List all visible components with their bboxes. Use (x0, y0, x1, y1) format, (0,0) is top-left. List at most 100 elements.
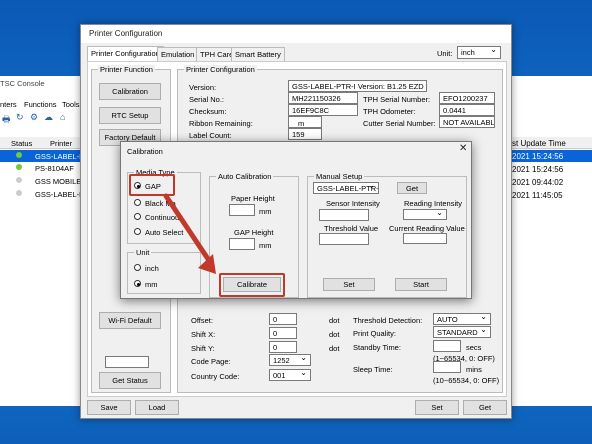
paper-height-unit: mm (259, 207, 272, 216)
wifi-default-button[interactable]: Wi-Fi Default (99, 312, 161, 329)
reading-intensity-label: Reading Intensity (404, 199, 462, 208)
label-count-label: Label Count: (189, 131, 232, 140)
black-mark-radio[interactable] (134, 199, 141, 206)
last-update-cell: 2021 09:44:02 (512, 178, 564, 187)
paper-height-field[interactable] (229, 204, 255, 216)
get-button[interactable]: Get (463, 400, 507, 415)
code-page-select[interactable]: 1252 (269, 354, 311, 366)
tph-odometer-field: 0.0441 (439, 104, 495, 116)
last-update-panel: st Update Time 2021 15:24:56 2021 15:24:… (508, 76, 592, 406)
column-last-update[interactable]: st Update Time (508, 137, 592, 149)
tab-printer-configuration[interactable]: Printer Configuration (87, 46, 164, 62)
serial-label: Serial No.: (189, 95, 225, 104)
print-quality-label: Print Quality: (353, 329, 396, 338)
column-status[interactable]: Status (11, 139, 32, 148)
tsc-menu-bar: nters Functions Tools (0, 98, 90, 110)
manual-start-button[interactable]: Start (395, 278, 447, 291)
tph-odometer-label: TPH Odometer: (363, 107, 416, 116)
shift-y-label: Shift Y: (191, 344, 215, 353)
paper-height-label: Paper Height (231, 194, 275, 203)
rtc-setup-button[interactable]: RTC Setup (99, 107, 161, 124)
gap-height-unit: mm (259, 241, 272, 250)
auto-select-radio[interactable] (134, 228, 141, 235)
shift-x-unit: dot (329, 330, 340, 339)
mm-radio-label: mm (145, 280, 158, 289)
settings-icon[interactable]: ⚙ (30, 112, 38, 123)
sleep-unit: mins (466, 365, 482, 374)
manual-printer-select[interactable]: GSS-LABEL-PTR-I (313, 182, 379, 194)
calibration-button[interactable]: Calibration (99, 83, 161, 100)
manual-get-button[interactable]: Get (397, 182, 427, 194)
close-icon[interactable]: ✕ (459, 143, 467, 154)
status-online-icon (16, 190, 22, 196)
threshold-value-field[interactable] (319, 233, 369, 245)
menu-tools[interactable]: Tools (62, 100, 80, 109)
load-button[interactable]: Load (135, 400, 179, 415)
tsc-toolbar: 🖶 ↻ ⚙ ☁ ⌂ (0, 111, 90, 125)
offset-field[interactable]: 0 (269, 313, 297, 325)
unit-group: Unit (127, 248, 201, 294)
tab-smart-battery[interactable]: Smart Battery (231, 47, 285, 61)
home-icon[interactable]: ⌂ (60, 112, 65, 122)
save-button[interactable]: Save (87, 400, 131, 415)
menu-functions[interactable]: Functions (24, 100, 57, 109)
standby-time-field[interactable] (433, 340, 461, 352)
unit-title: Unit (134, 248, 152, 257)
printer-row[interactable]: GSS-LABEL-P.. (0, 188, 90, 200)
get-status-button[interactable]: Get Status (99, 372, 161, 389)
unit-select[interactable]: inch (457, 46, 501, 59)
ribbon-label: Ribbon Remaining: (189, 119, 253, 128)
offset-label: Offset: (191, 316, 213, 325)
window-title: Printer Configuration (81, 25, 511, 43)
printer-row[interactable]: GSS MOBILE P (0, 175, 90, 187)
label-count-field: 159 (288, 128, 322, 140)
cloud-icon[interactable]: ☁ (44, 112, 53, 123)
sensor-intensity-label: Sensor Intensity (326, 199, 380, 208)
printer-list-header: Status Printer (0, 137, 90, 149)
ribbon-field (288, 116, 322, 128)
menu-printers[interactable]: nters (0, 100, 17, 109)
printer-row[interactable]: PS-8104AF (0, 162, 90, 174)
printer-configuration-title: Printer Configuration (184, 65, 257, 74)
calibration-dialog: Calibration ✕ Media Type GAP Black Ma Co… (120, 141, 472, 299)
current-reading-field (403, 233, 447, 244)
shift-x-field[interactable]: 0 (269, 327, 297, 339)
sleep-time-field[interactable] (433, 361, 461, 373)
refresh-icon[interactable]: ↻ (16, 112, 24, 123)
shift-x-label: Shift X: (191, 330, 216, 339)
calibrate-highlight-box (219, 273, 285, 297)
cutter-serial-field: NOT AVAILABLE (439, 116, 495, 128)
country-code-label: Country Code: (191, 372, 240, 381)
column-printer[interactable]: Printer (50, 139, 72, 148)
sleep-range: (10~65534, 0: OFF) (433, 376, 500, 385)
printer-row[interactable]: GSS-LABEL-P (0, 150, 90, 162)
set-button[interactable]: Set (415, 400, 459, 415)
ribbon-unit: m (298, 119, 305, 128)
threshold-value-label: Threshold Value (324, 224, 379, 233)
inch-radio[interactable] (134, 264, 141, 271)
printer-icon[interactable]: 🖶 (2, 112, 11, 128)
continuous-radio-label: Continuous (145, 213, 183, 222)
continuous-radio[interactable] (134, 213, 141, 220)
country-code-select[interactable]: 001 (269, 369, 311, 381)
offset-unit: dot (329, 316, 340, 325)
sensor-intensity-field[interactable] (319, 209, 369, 221)
manual-setup-title: Manual Setup (314, 172, 365, 181)
reading-intensity-select[interactable] (403, 209, 447, 220)
gap-highlight-box (129, 174, 175, 196)
printer-function-title: Printer Function (98, 65, 155, 74)
print-quality-select[interactable]: STANDARD (433, 326, 491, 338)
auto-select-radio-label: Auto Select (145, 228, 184, 237)
gap-height-field[interactable] (229, 238, 255, 250)
standby-unit: secs (466, 343, 482, 352)
status-online-icon (16, 152, 22, 158)
shift-y-field[interactable]: 0 (269, 341, 297, 353)
threshold-detection-select[interactable]: AUTO (433, 313, 491, 325)
tsc-console-window (0, 76, 90, 406)
tab-emulation[interactable]: Emulation (157, 47, 199, 61)
manual-set-button[interactable]: Set (323, 278, 375, 291)
dialog-title: Calibration (127, 147, 163, 156)
tph-serial-field: EFO1200237 (439, 92, 495, 104)
tph-serial-label: TPH Serial Number: (363, 95, 431, 104)
mm-radio[interactable] (134, 280, 141, 287)
